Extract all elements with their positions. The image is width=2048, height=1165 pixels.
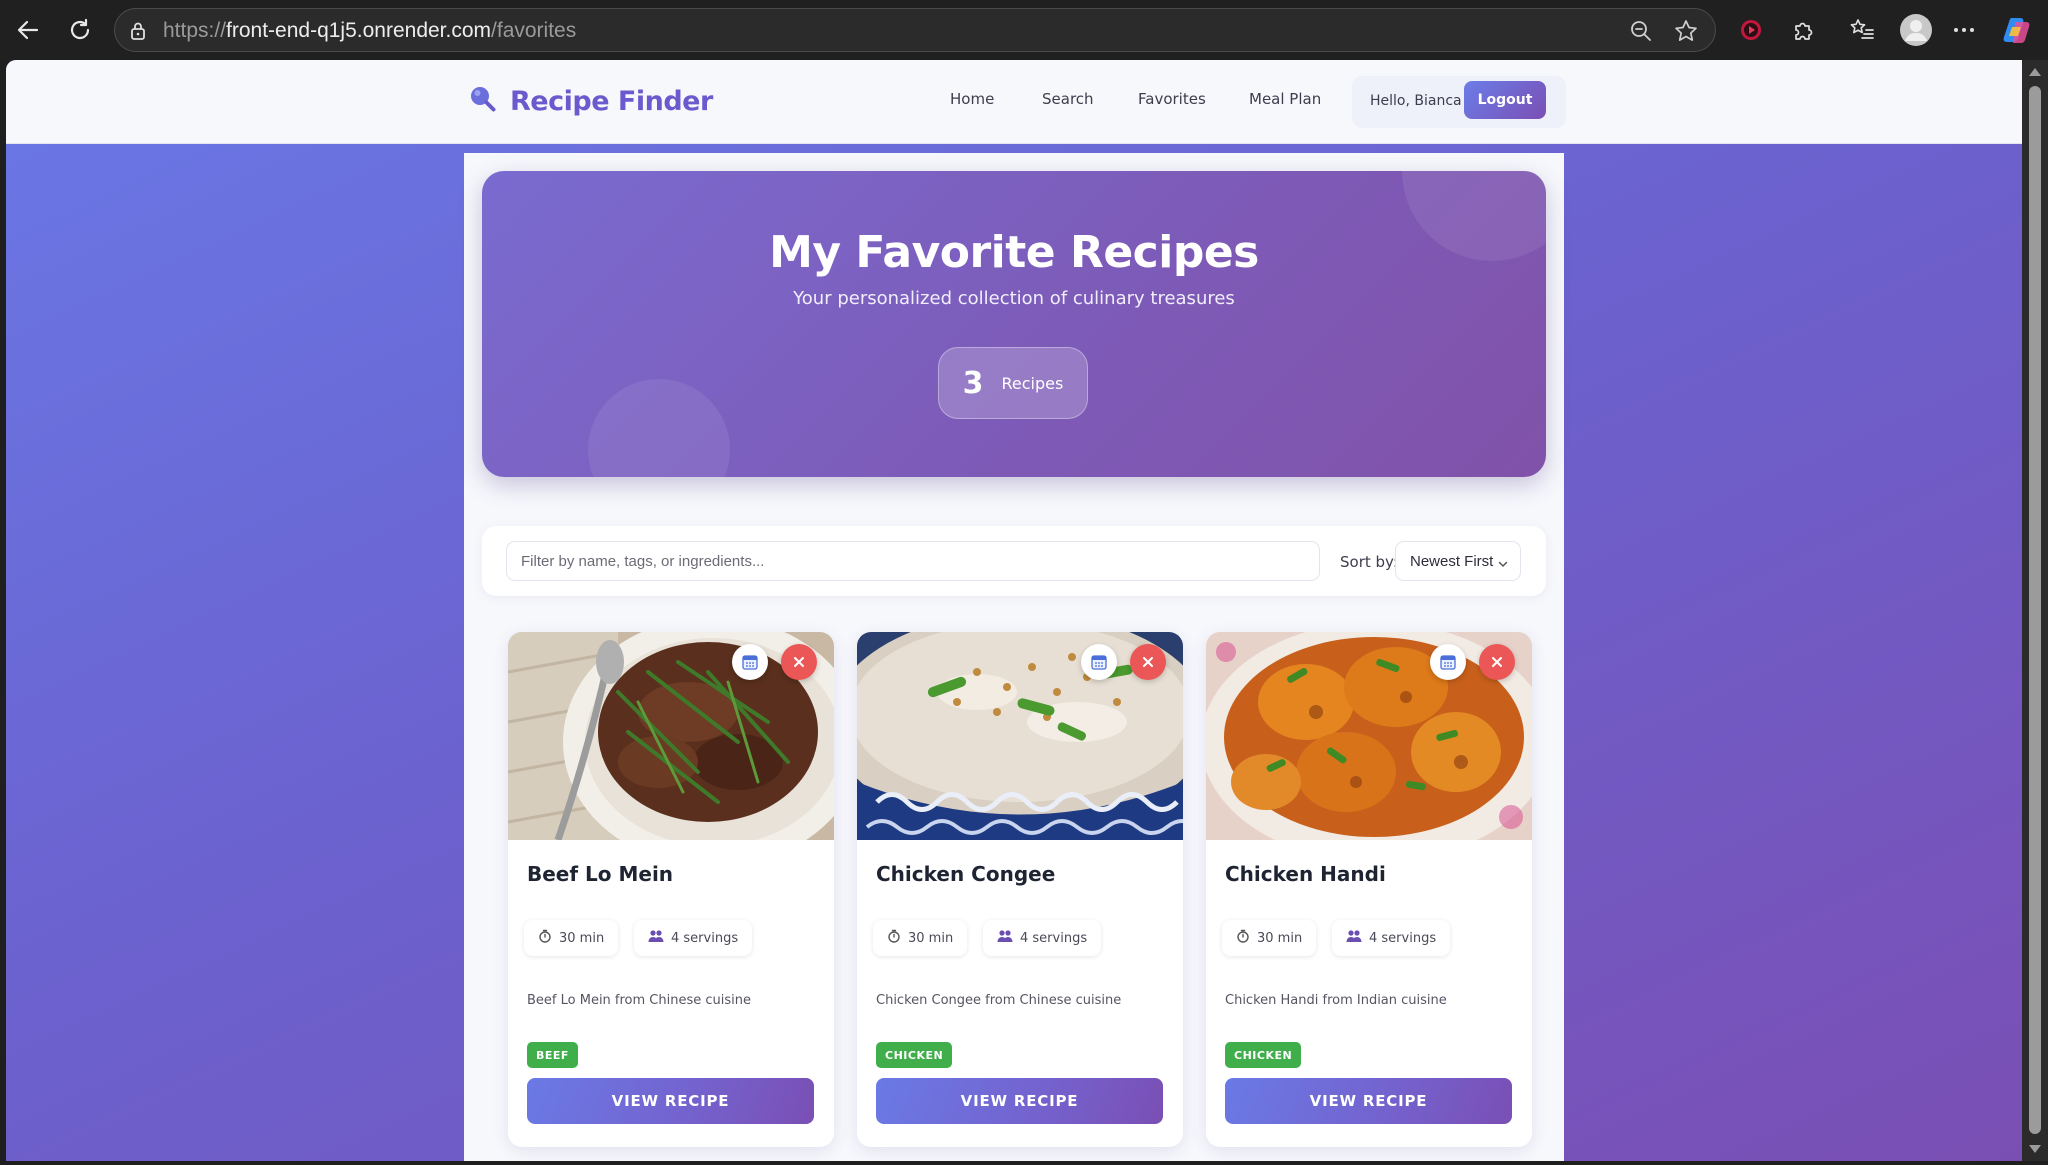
recipe-image[interactable]	[857, 632, 1183, 840]
cook-time-chip: 30 min	[873, 920, 968, 956]
cook-time-chip: 30 min	[1222, 920, 1317, 956]
calendar-icon	[1090, 653, 1108, 671]
recipe-card[interactable]: Chicken Handi 30 min 4 servings Chicken …	[1206, 632, 1532, 1147]
people-icon	[997, 929, 1013, 947]
brand-logo[interactable]: Recipe Finder	[468, 84, 713, 119]
sort-select[interactable]: Newest First	[1395, 541, 1521, 581]
back-arrow-icon[interactable]	[12, 14, 44, 46]
sort-select-value: Newest First	[1410, 552, 1494, 570]
hero-banner: My Favorite Recipes Your personalized co…	[482, 171, 1546, 477]
sort-label: Sort by:	[1340, 553, 1398, 571]
more-menu-icon[interactable]	[1950, 16, 1978, 44]
recipe-description: Chicken Congee from Chinese cuisine	[876, 993, 1122, 1008]
people-icon	[648, 929, 664, 947]
recipe-description: Beef Lo Mein from Chinese cuisine	[527, 993, 751, 1008]
close-icon	[1141, 655, 1155, 669]
recipe-title: Chicken Handi	[1225, 862, 1386, 886]
profile-avatar-icon[interactable]	[1898, 12, 1934, 48]
logout-button[interactable]: Logout	[1464, 81, 1546, 119]
favorite-star-icon[interactable]	[1673, 18, 1699, 44]
stopwatch-icon	[538, 929, 552, 947]
close-icon	[792, 655, 806, 669]
refresh-icon[interactable]	[64, 14, 96, 46]
page-viewport: Recipe Finder Home Search Favorites Meal…	[6, 60, 2022, 1161]
cook-time: 30 min	[908, 930, 954, 946]
recipe-count-label: Recipes	[1001, 373, 1064, 393]
servings-chip: 4 servings	[634, 920, 753, 956]
recipe-title: Chicken Congee	[876, 862, 1056, 886]
page-subtitle: Your personalized collection of culinary…	[793, 288, 1235, 309]
category-tag: BEEF	[527, 1042, 578, 1068]
decorative-circle	[588, 379, 730, 477]
address-bar[interactable]: https://front-end-q1j5.onrender.com/favo…	[114, 8, 1716, 52]
add-to-meal-plan-button[interactable]	[1430, 644, 1466, 680]
scrollbar-thumb[interactable]	[2029, 86, 2041, 1134]
servings: 4 servings	[671, 930, 739, 946]
browser-toolbar: https://front-end-q1j5.onrender.com/favo…	[0, 0, 2048, 60]
site-header: Recipe Finder Home Search Favorites Meal…	[6, 60, 2022, 144]
extensions-puzzle-icon[interactable]	[1790, 16, 1818, 44]
stopwatch-icon	[887, 929, 901, 947]
servings-chip: 4 servings	[983, 920, 1102, 956]
recipe-title: Beef Lo Mein	[527, 862, 674, 886]
add-to-meal-plan-button[interactable]	[732, 644, 768, 680]
favorites-panel: My Favorite Recipes Your personalized co…	[464, 153, 1564, 1161]
recipe-count-badge: 3 Recipes	[938, 347, 1088, 419]
zoom-icon[interactable]	[1629, 19, 1653, 43]
view-recipe-button[interactable]: VIEW RECIPE	[527, 1078, 814, 1124]
chevron-down-icon	[1498, 556, 1508, 573]
lock-icon[interactable]	[127, 20, 149, 42]
user-greeting: Hello, Bianca	[1370, 93, 1462, 109]
cook-time: 30 min	[1257, 930, 1303, 946]
servings-chip: 4 servings	[1332, 920, 1451, 956]
scroll-up-arrow-icon[interactable]	[2029, 68, 2041, 76]
url-host: front-end-q1j5.onrender.com	[226, 19, 492, 42]
copilot-icon[interactable]	[2000, 13, 2034, 47]
nav-meal-plan[interactable]: Meal Plan	[1249, 90, 1321, 108]
recipe-image[interactable]	[1206, 632, 1532, 840]
remove-favorite-button[interactable]	[1130, 644, 1166, 680]
cook-time: 30 min	[559, 930, 605, 946]
close-icon	[1490, 655, 1504, 669]
nav-search[interactable]: Search	[1042, 90, 1094, 108]
url-path: /favorites	[491, 19, 577, 42]
recipe-count: 3	[962, 365, 984, 401]
scroll-down-arrow-icon[interactable]	[2029, 1145, 2041, 1153]
search-icon	[468, 84, 498, 119]
brand-title: Recipe Finder	[510, 86, 713, 117]
remove-favorite-button[interactable]	[1479, 644, 1515, 680]
recipe-card[interactable]: Beef Lo Mein 30 min 4 servings Beef Lo M…	[508, 632, 834, 1147]
filter-bar: Sort by: Newest First	[482, 526, 1546, 596]
calendar-icon	[741, 653, 759, 671]
view-recipe-button[interactable]: VIEW RECIPE	[876, 1078, 1163, 1124]
recipe-image[interactable]	[508, 632, 834, 840]
servings: 4 servings	[1369, 930, 1437, 946]
url-scheme: https://	[163, 19, 227, 42]
servings: 4 servings	[1020, 930, 1088, 946]
media-extension-icon[interactable]	[1737, 16, 1765, 44]
cook-time-chip: 30 min	[524, 920, 619, 956]
remove-favorite-button[interactable]	[781, 644, 817, 680]
category-tag: CHICKEN	[876, 1042, 953, 1068]
nav-favorites[interactable]: Favorites	[1138, 90, 1206, 108]
page-scrollbar[interactable]	[2022, 60, 2048, 1161]
add-to-meal-plan-button[interactable]	[1081, 644, 1117, 680]
recipe-description: Chicken Handi from Indian cuisine	[1225, 993, 1447, 1008]
calendar-icon	[1439, 653, 1457, 671]
filter-input[interactable]	[506, 541, 1320, 581]
view-recipe-button[interactable]: VIEW RECIPE	[1225, 1078, 1512, 1124]
url-text: https://front-end-q1j5.onrender.com/favo…	[163, 19, 576, 43]
recipe-card[interactable]: Chicken Congee 30 min 4 servings Chicken…	[857, 632, 1183, 1147]
favorites-list-icon[interactable]	[1848, 16, 1876, 44]
page-title: My Favorite Recipes	[769, 227, 1259, 278]
stopwatch-icon	[1236, 929, 1250, 947]
people-icon	[1346, 929, 1362, 947]
nav-home[interactable]: Home	[950, 90, 994, 108]
category-tag: CHICKEN	[1225, 1042, 1302, 1068]
